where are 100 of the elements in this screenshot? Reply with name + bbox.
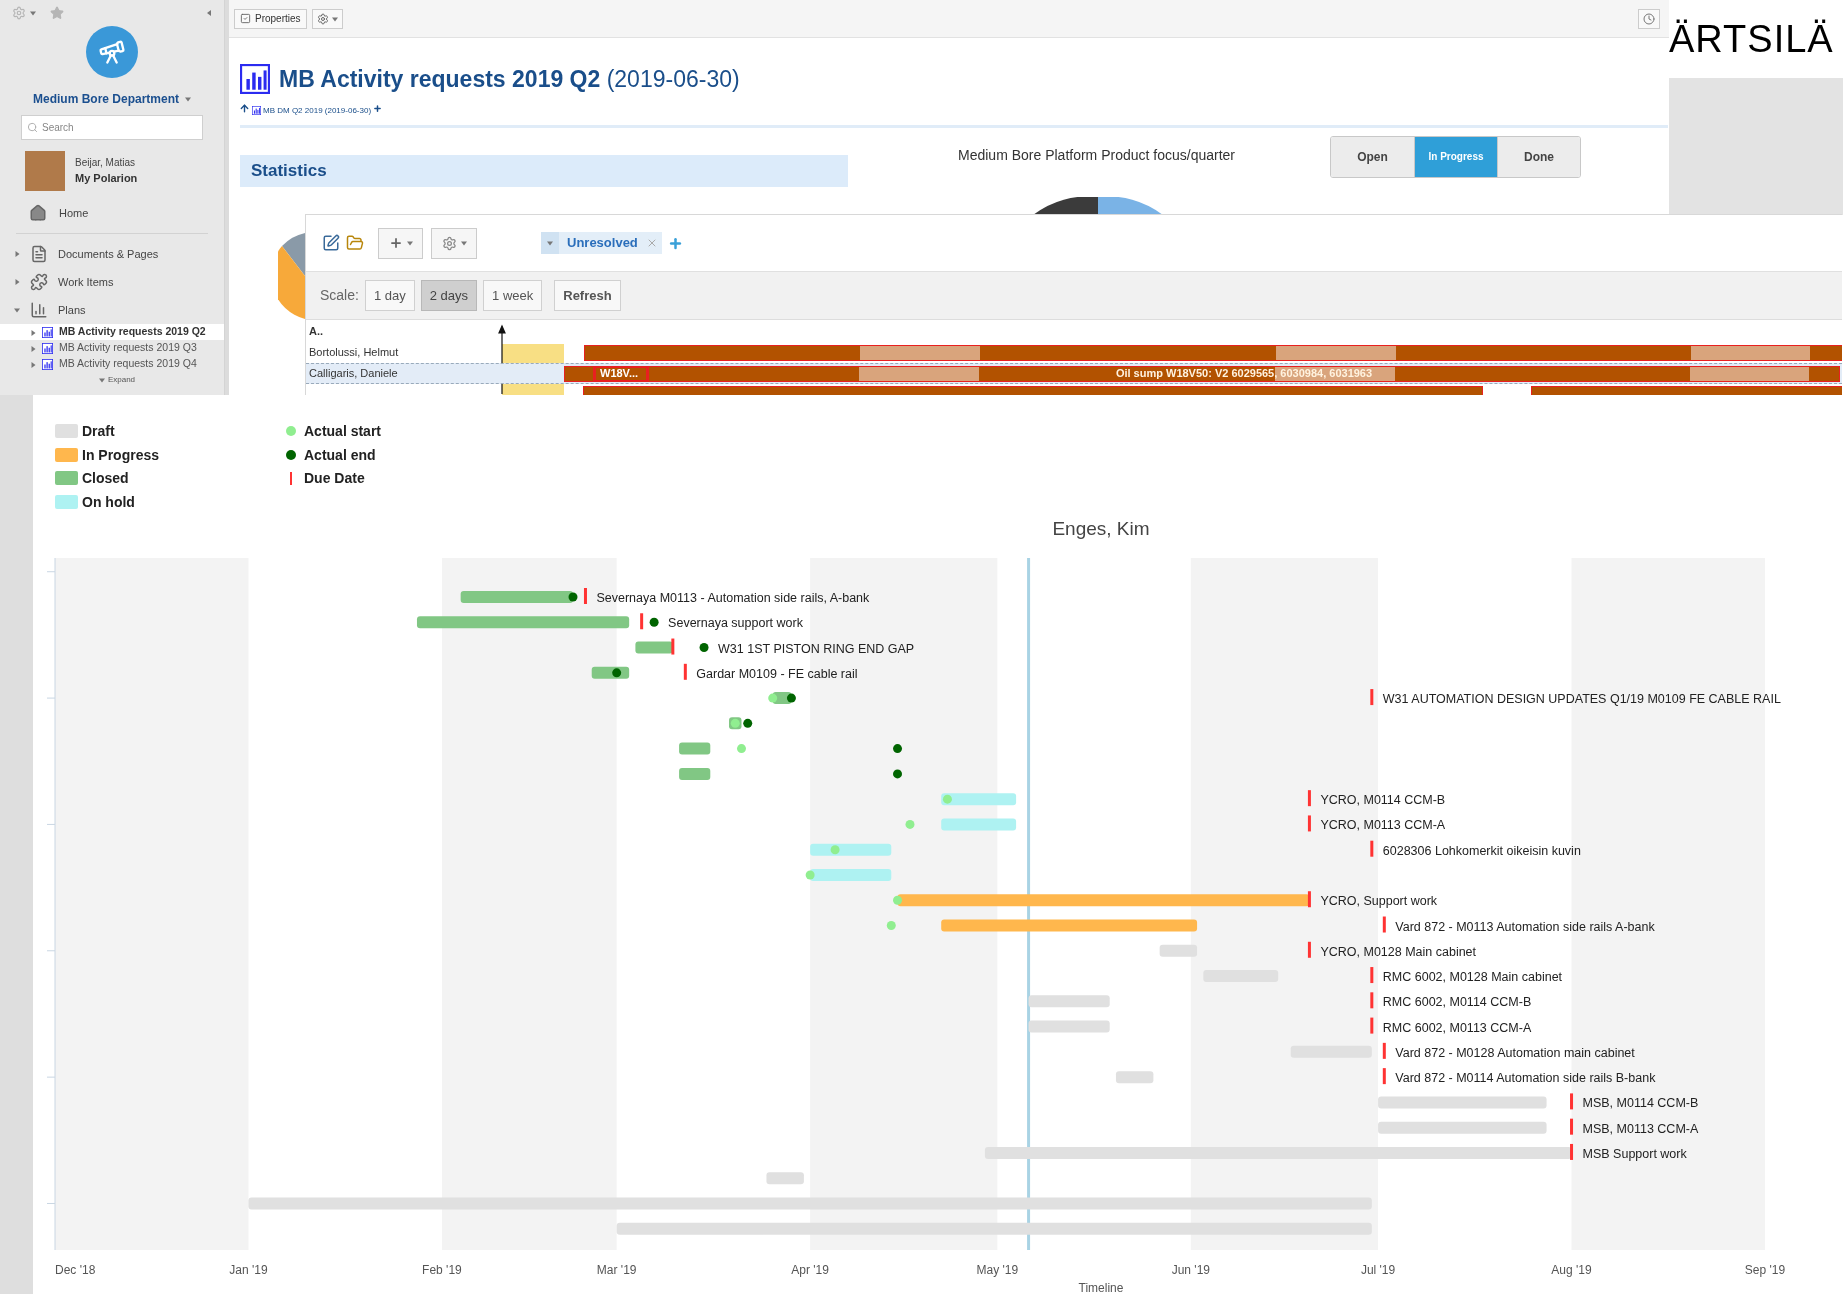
my-polarion-link[interactable]: My Polarion xyxy=(75,170,138,187)
plan-item[interactable]: MB Activity requests 2019 Q4 xyxy=(0,356,224,372)
axis-tick-label: Mar '19 xyxy=(596,1263,637,1277)
breadcrumb-link[interactable]: MB DM Q2 2019 (2019-06-30) xyxy=(263,104,372,117)
due-date-mark xyxy=(1307,790,1311,807)
due-date-mark xyxy=(640,613,644,630)
document-icon xyxy=(30,245,48,263)
home-icon xyxy=(29,204,47,222)
settings-icon[interactable] xyxy=(12,6,26,20)
folder-icon[interactable] xyxy=(346,234,364,252)
actual-end-dot xyxy=(568,592,578,602)
task-label: YCRO, M0128 Main cabinet xyxy=(1320,944,1477,959)
scale-button[interactable]: 1 week xyxy=(483,280,543,311)
axis-tick-label: Sep '19 xyxy=(1744,1263,1786,1277)
resource-name: Calligaris, Daniele xyxy=(308,366,399,382)
task-label: Gardar M0109 - FE cable rail xyxy=(696,666,858,681)
axis-title: Timeline xyxy=(1078,1281,1124,1294)
caret-icon[interactable] xyxy=(460,240,467,246)
bar-chart-icon xyxy=(42,343,53,354)
chart-title: Enges, Kim xyxy=(1052,520,1150,539)
nav-item[interactable]: Work Items xyxy=(58,273,114,291)
axis-tick-label: Jan '19 xyxy=(229,1263,268,1277)
due-date-mark xyxy=(1570,1143,1574,1160)
up-arrow-icon[interactable] xyxy=(239,103,250,114)
expander-icon[interactable] xyxy=(14,307,20,313)
task-label: W31 AUTOMATION DESIGN UPDATES Q1/19 M0109 FE CABLE RAIL xyxy=(1382,692,1781,707)
add-dropdown[interactable] xyxy=(378,227,423,259)
settings-dropdown[interactable] xyxy=(431,227,477,259)
history-button[interactable] xyxy=(1637,8,1660,29)
axis-tick-label: Jun '19 xyxy=(1171,1263,1210,1277)
legend-label: Draft xyxy=(82,424,115,438)
task-label: YCRO, M0114 CCM-B xyxy=(1320,793,1446,808)
refresh-button[interactable]: Refresh xyxy=(554,280,621,311)
task-bar[interactable]: W18V... xyxy=(594,365,648,382)
actual-start-dot xyxy=(886,921,896,930)
task-label: 6028306 Lohkomerkit oikeisin kuvin xyxy=(1382,843,1581,858)
expander-icon[interactable] xyxy=(14,251,20,257)
legend-label: Due Date xyxy=(304,471,365,485)
checkbox-icon xyxy=(240,13,251,24)
due-date-mark xyxy=(683,663,687,680)
actual-start-dot xyxy=(730,718,740,728)
edit-icon[interactable] xyxy=(322,234,340,252)
task-label: Vard 872 - M0128 Automation main cabinet xyxy=(1395,1045,1635,1060)
task-bar[interactable]: Oil sump W18V50: V2 6029565, 6030984, 6031963 xyxy=(648,365,1840,382)
expander-icon[interactable] xyxy=(14,279,20,285)
project-name[interactable]: Medium Bore Department xyxy=(33,90,179,108)
task-label: Severnaya M0113 - Automation side rails, A-bank xyxy=(596,591,870,605)
puzzle-icon xyxy=(30,273,48,291)
project-avatar[interactable] xyxy=(86,26,138,78)
actual-start-dot xyxy=(737,744,746,754)
search-field[interactable]: Search xyxy=(21,115,203,140)
task-label: MSB, M0113 CCM-A xyxy=(1582,1121,1699,1136)
task-bar[interactable] xyxy=(584,344,1842,361)
axis-tick-label: Apr '19 xyxy=(791,1263,829,1277)
task-label: RMC 6002, M0128 Main cabinet xyxy=(1382,970,1563,985)
actual-end-dot xyxy=(743,718,753,728)
expander-icon[interactable] xyxy=(30,362,36,368)
settings-dropdown[interactable] xyxy=(311,8,343,29)
legend-label: Closed xyxy=(82,471,129,485)
due-date-mark xyxy=(1382,916,1386,933)
status-toggle[interactable]: Done xyxy=(1497,136,1580,177)
collapse-icon[interactable] xyxy=(206,10,212,16)
plus-icon xyxy=(388,236,403,250)
nav-item[interactable]: Documents & Pages xyxy=(58,245,159,263)
due-date-mark xyxy=(1570,1093,1574,1110)
expander-icon[interactable] xyxy=(30,346,36,352)
resource-row[interactable]: Bortolussi, Helmut xyxy=(306,342,1842,363)
bar-chart-icon xyxy=(252,106,261,115)
legend-label: Actual end xyxy=(304,447,376,462)
plan-item[interactable]: MB Activity requests 2019 Q3 xyxy=(0,340,224,356)
due-date-mark xyxy=(1570,1118,1574,1135)
status-toggle[interactable]: Open xyxy=(1331,136,1414,177)
due-date-mark xyxy=(671,638,675,655)
expander-icon[interactable] xyxy=(30,330,36,336)
plan-item[interactable]: MB Activity requests 2019 Q2 xyxy=(0,324,224,340)
caret-icon[interactable] xyxy=(406,240,413,246)
actual-start-dot xyxy=(905,819,915,829)
scale-button[interactable]: 1 day xyxy=(364,280,415,311)
home-link[interactable]: Home xyxy=(59,204,89,222)
legend-label: In Progress xyxy=(82,447,160,462)
star-icon[interactable] xyxy=(50,6,64,20)
caret-icon[interactable] xyxy=(331,15,338,22)
expand-link[interactable]: Expand xyxy=(107,374,136,386)
caret-icon[interactable] xyxy=(30,10,36,16)
actual-end-dot xyxy=(786,693,796,703)
resource-row[interactable]: Calligaris, Daniele W18V... Oil sump W18V50: V2 6029565, 6030984, 6031963 xyxy=(306,363,1842,384)
caret-icon[interactable] xyxy=(98,377,105,383)
add-icon[interactable] xyxy=(373,104,383,113)
properties-button[interactable]: Properties xyxy=(234,8,307,29)
due-date-mark xyxy=(1370,840,1374,857)
task-label: Vard 872 - M0113 Automation side rails A-bank xyxy=(1395,919,1655,934)
due-date-mark xyxy=(1382,1042,1386,1059)
telescope-icon xyxy=(98,38,126,66)
nav-item[interactable]: Plans xyxy=(58,301,86,319)
task-bar[interactable] xyxy=(564,365,594,382)
settings-icon xyxy=(441,235,457,251)
scale-button[interactable]: 2 days xyxy=(420,280,478,311)
caret-icon[interactable] xyxy=(547,240,553,246)
filter-chip[interactable]: Unresolved xyxy=(541,232,662,254)
caret-icon[interactable] xyxy=(185,96,191,102)
